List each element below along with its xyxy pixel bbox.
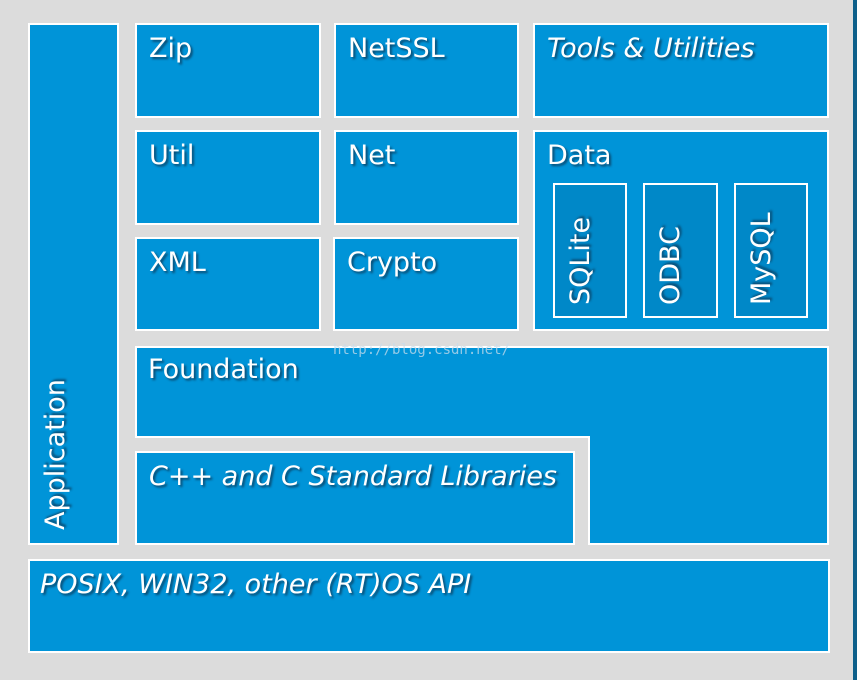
foundation-label: Foundation <box>148 354 299 385</box>
watermark: http://blog.csdn.net/ <box>333 342 511 358</box>
foundation-shape <box>135 346 829 545</box>
stdlib-label: C++ and C Standard Libraries <box>149 461 557 492</box>
stdlib-block: C++ and C Standard Libraries <box>135 451 575 545</box>
